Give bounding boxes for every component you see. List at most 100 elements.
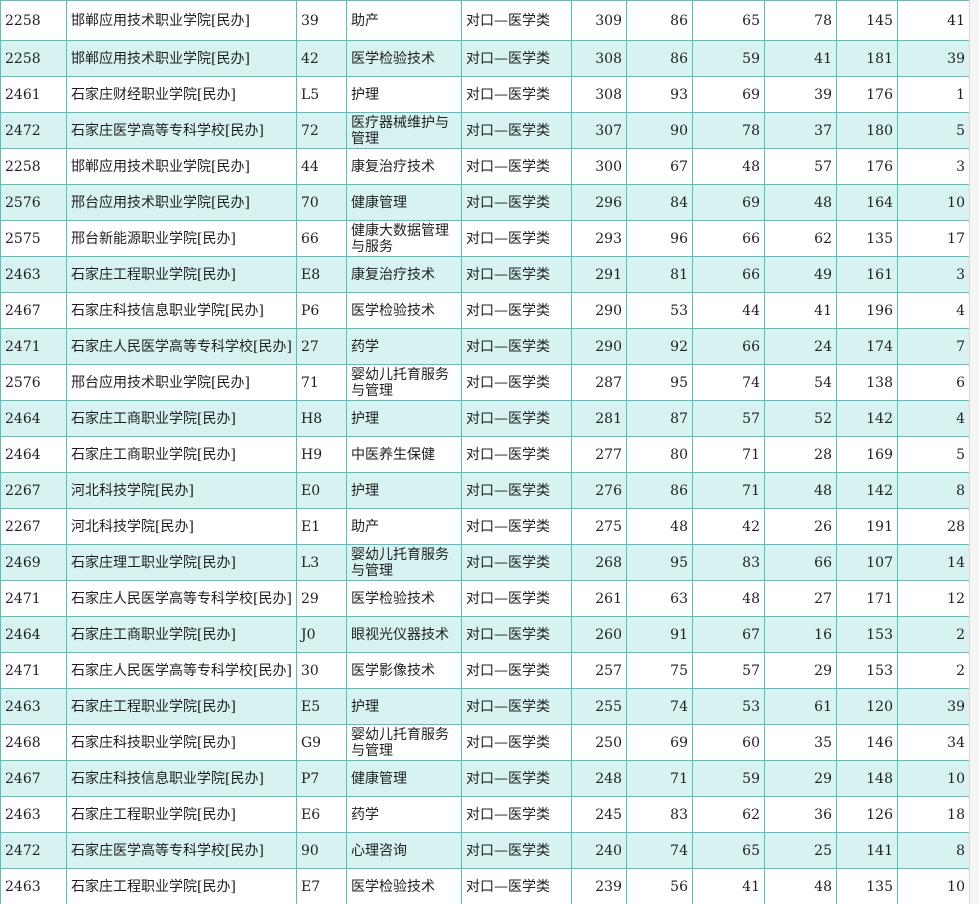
total-score-cell: 239 <box>571 868 627 904</box>
school-code-cell: 2472 <box>0 112 67 149</box>
total-score-cell: 296 <box>571 184 627 221</box>
table-row: 2464 石家庄工商职业学院[民办] H9 中医养生保健 对口—医学类 277 80 71 28… <box>0 436 970 473</box>
score-c-cell: 49 <box>764 256 837 293</box>
school-code-cell: 2461 <box>0 76 67 113</box>
total-score-cell: 260 <box>571 616 627 653</box>
score-a-cell: 75 <box>626 652 693 689</box>
admission-score-table: 2258 邯郸应用技术职业学院[民办] 39 助产 对口—医学类 309 86 65 78 145… <box>0 0 970 904</box>
total-score-cell: 290 <box>571 328 627 365</box>
score-b-cell: 69 <box>692 76 765 113</box>
major-name-cell: 护理 <box>346 76 462 113</box>
score-a-cell: 86 <box>626 0 693 41</box>
school-code-cell: 2471 <box>0 652 67 689</box>
school-name-cell: 河北科技学院[民办] <box>66 472 297 509</box>
school-name-cell: 邢台应用技术职业学院[民办] <box>66 364 297 401</box>
score-c-cell: 78 <box>764 0 837 41</box>
score-b-cell: 42 <box>692 508 765 545</box>
right-edge-scrollbar[interactable] <box>969 0 979 904</box>
score-c-cell: 16 <box>764 616 837 653</box>
score-a-cell: 95 <box>626 364 693 401</box>
score-a-cell: 53 <box>626 292 693 329</box>
score-c-cell: 52 <box>764 400 837 437</box>
school-name-cell: 邯郸应用技术职业学院[民办] <box>66 0 297 41</box>
total-score-cell: 307 <box>571 112 627 149</box>
score-c-cell: 24 <box>764 328 837 365</box>
rank-cell: 28 <box>897 508 970 545</box>
score-b-cell: 83 <box>692 544 765 581</box>
school-name-cell: 邯郸应用技术职业学院[民办] <box>66 40 297 77</box>
category-cell: 对口—医学类 <box>461 544 572 581</box>
category-cell: 对口—医学类 <box>461 760 572 797</box>
total-score-cell: 248 <box>571 760 627 797</box>
score-a-cell: 81 <box>626 256 693 293</box>
rank-cell: 10 <box>897 868 970 904</box>
table-row: 2575 邢台新能源职业学院[民办] 66 健康大数据管理与服务 对口—医学类 293 96… <box>0 220 970 257</box>
rank-cell: 41 <box>897 0 970 41</box>
score-c-cell: 48 <box>764 868 837 904</box>
table-row: 2471 石家庄人民医学高等专科学校[民办] 30 医学影像技术 对口—医学类 257 75… <box>0 652 970 689</box>
score-a-cell: 91 <box>626 616 693 653</box>
rank-cell: 2 <box>897 652 970 689</box>
school-name-cell: 石家庄工程职业学院[民办] <box>66 688 297 725</box>
score-d-cell: 146 <box>836 724 898 761</box>
school-name-cell: 邯郸应用技术职业学院[民办] <box>66 148 297 185</box>
table-row: 2471 石家庄人民医学高等专科学校[民办] 27 药学 对口—医学类 290 92 66 24… <box>0 328 970 365</box>
score-b-cell: 57 <box>692 400 765 437</box>
major-code-cell: J0 <box>296 616 347 653</box>
score-a-cell: 83 <box>626 796 693 833</box>
rank-cell: 4 <box>897 400 970 437</box>
school-name-cell: 石家庄医学高等专科学校[民办] <box>66 832 297 869</box>
score-d-cell: 141 <box>836 832 898 869</box>
school-code-cell: 2464 <box>0 400 67 437</box>
score-a-cell: 48 <box>626 508 693 545</box>
school-name-cell: 石家庄科技信息职业学院[民办] <box>66 760 297 797</box>
score-a-cell: 80 <box>626 436 693 473</box>
score-a-cell: 56 <box>626 868 693 904</box>
total-score-cell: 261 <box>571 580 627 617</box>
school-name-cell: 邢台新能源职业学院[民办] <box>66 220 297 257</box>
major-name-cell: 健康管理 <box>346 760 462 797</box>
total-score-cell: 257 <box>571 652 627 689</box>
score-b-cell: 44 <box>692 292 765 329</box>
score-a-cell: 90 <box>626 112 693 149</box>
category-cell: 对口—医学类 <box>461 724 572 761</box>
total-score-cell: 281 <box>571 400 627 437</box>
score-c-cell: 28 <box>764 436 837 473</box>
score-d-cell: 196 <box>836 292 898 329</box>
score-b-cell: 65 <box>692 0 765 41</box>
table-row: 2463 石家庄工程职业学院[民办] E5 护理 对口—医学类 255 74 53 61 120 3… <box>0 688 970 725</box>
major-code-cell: 27 <box>296 328 347 365</box>
school-name-cell: 石家庄人民医学高等专科学校[民办] <box>66 580 297 617</box>
school-code-cell: 2463 <box>0 256 67 293</box>
score-d-cell: 107 <box>836 544 898 581</box>
major-code-cell: P6 <box>296 292 347 329</box>
score-b-cell: 62 <box>692 796 765 833</box>
table-row: 2576 邢台应用技术职业学院[民办] 70 健康管理 对口—医学类 296 84 69 48 1… <box>0 184 970 221</box>
category-cell: 对口—医学类 <box>461 40 572 77</box>
major-name-cell: 医学检验技术 <box>346 868 462 904</box>
major-name-cell: 健康管理 <box>346 184 462 221</box>
major-code-cell: 29 <box>296 580 347 617</box>
school-code-cell: 2467 <box>0 292 67 329</box>
major-name-cell: 婴幼儿托育服务与管理 <box>346 544 462 581</box>
rank-cell: 17 <box>897 220 970 257</box>
major-name-cell: 医学检验技术 <box>346 40 462 77</box>
school-code-cell: 2464 <box>0 436 67 473</box>
score-c-cell: 26 <box>764 508 837 545</box>
rank-cell: 34 <box>897 724 970 761</box>
rank-cell: 10 <box>897 184 970 221</box>
score-d-cell: 148 <box>836 760 898 797</box>
table-row: 2463 石家庄工程职业学院[民办] E7 医学检验技术 对口—医学类 239 56 41 48… <box>0 868 970 904</box>
school-name-cell: 石家庄工程职业学院[民办] <box>66 868 297 904</box>
table-row: 2463 石家庄工程职业学院[民办] E6 药学 对口—医学类 245 83 62 36 126 1… <box>0 796 970 833</box>
score-a-cell: 63 <box>626 580 693 617</box>
score-b-cell: 71 <box>692 472 765 509</box>
score-d-cell: 174 <box>836 328 898 365</box>
score-b-cell: 59 <box>692 40 765 77</box>
major-name-cell: 药学 <box>346 328 462 365</box>
school-code-cell: 2469 <box>0 544 67 581</box>
school-name-cell: 邢台应用技术职业学院[民办] <box>66 184 297 221</box>
score-d-cell: 145 <box>836 0 898 41</box>
rank-cell: 18 <box>897 796 970 833</box>
total-score-cell: 290 <box>571 292 627 329</box>
